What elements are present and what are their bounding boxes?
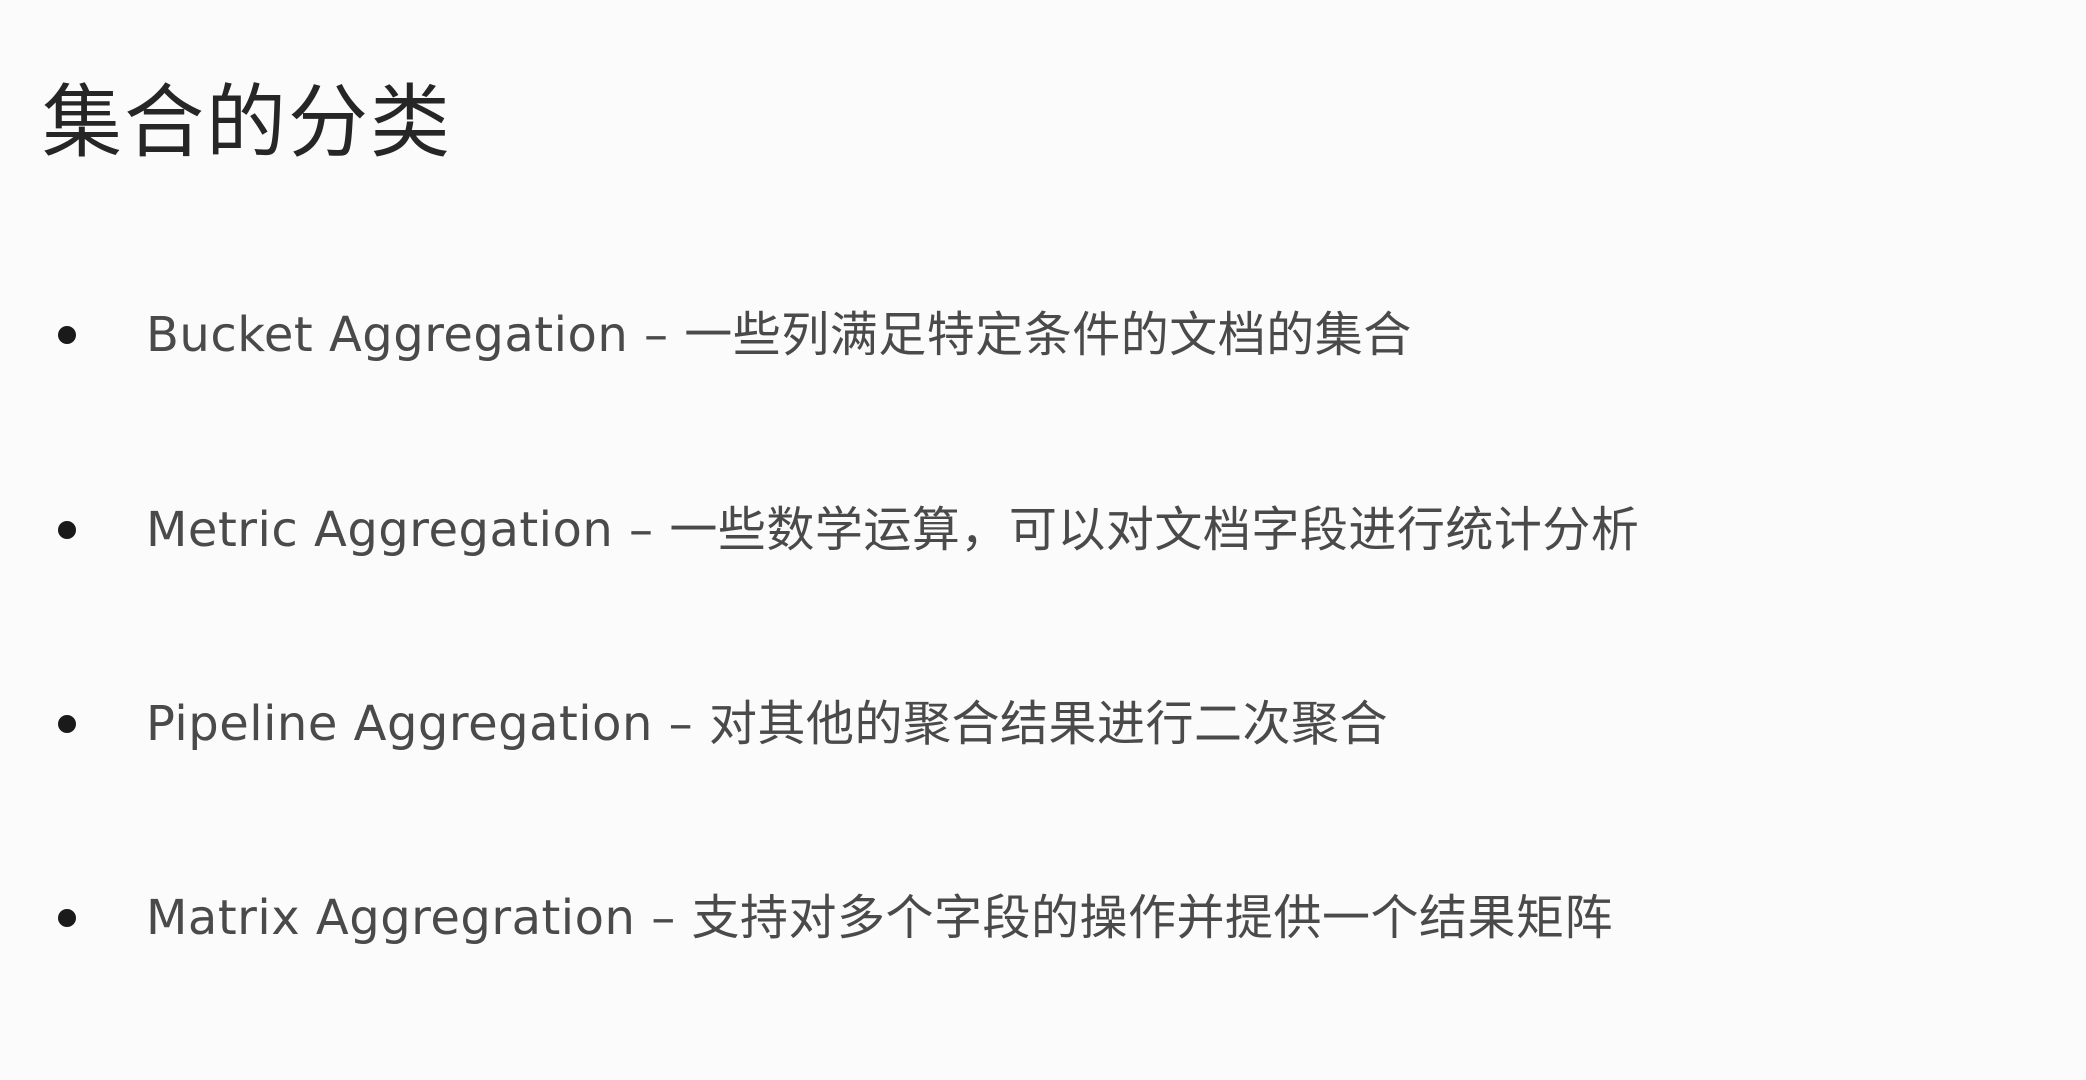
list-item: Bucket Aggregation – 一些列满足特定条件的文档的集合 — [0, 295, 2000, 375]
bullet-point-icon — [58, 326, 76, 344]
list-item: Pipeline Aggregation – 对其他的聚合结果进行二次聚合 — [0, 684, 2000, 764]
bullet-text-bucket-aggregation: Bucket Aggregation – 一些列满足特定条件的文档的集合 — [146, 307, 1412, 363]
bullet-text-metric-aggregation: Metric Aggregation – 一些数学运算，可以对文档字段进行统计分… — [146, 502, 1640, 558]
bullet-point-icon — [58, 909, 76, 927]
bullet-text-pipeline-aggregation: Pipeline Aggregation – 对其他的聚合结果进行二次聚合 — [146, 696, 1388, 752]
bullet-text-matrix-aggregation: Matrix Aggregration – 支持对多个字段的操作并提供一个结果矩… — [146, 890, 1613, 946]
slide: 集合的分类 Bucket Aggregation – 一些列满足特定条件的文档的… — [0, 0, 2086, 1080]
bullet-list: Bucket Aggregation – 一些列满足特定条件的文档的集合 Met… — [0, 0, 2086, 1080]
bullet-point-icon — [58, 521, 76, 539]
list-item: Matrix Aggregration – 支持对多个字段的操作并提供一个结果矩… — [0, 878, 2000, 958]
list-item: Metric Aggregation – 一些数学运算，可以对文档字段进行统计分… — [0, 490, 2000, 570]
bullet-point-icon — [58, 715, 76, 733]
